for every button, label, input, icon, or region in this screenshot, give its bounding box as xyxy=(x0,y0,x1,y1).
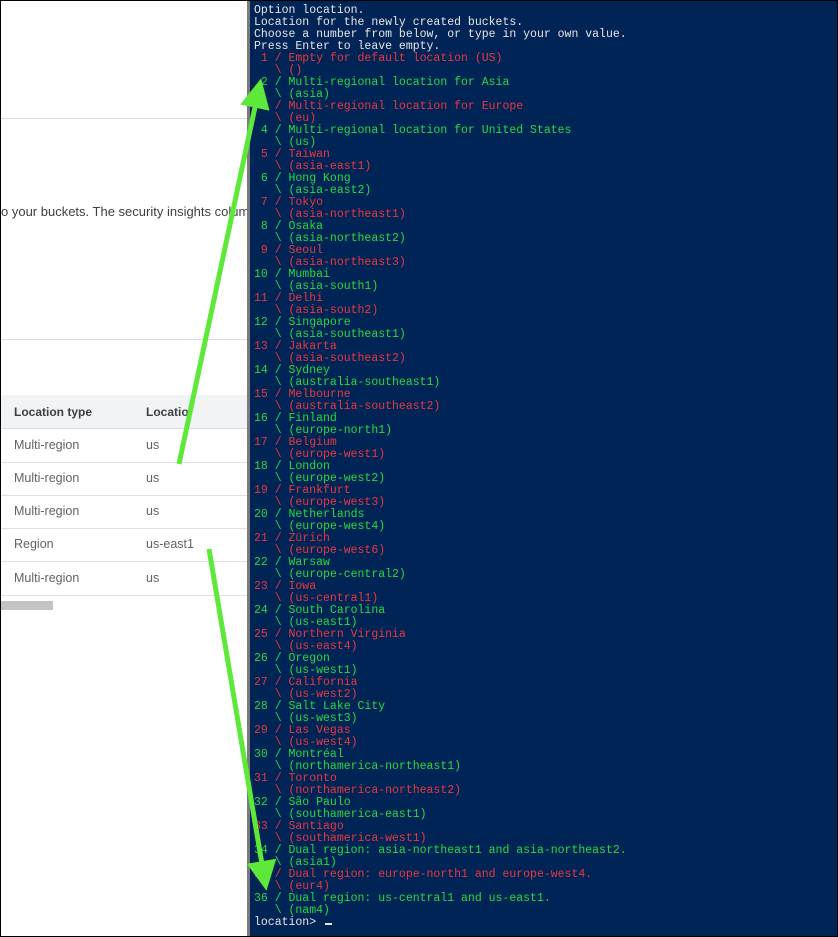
buckets-table-header: Location type Locatio xyxy=(1,395,247,429)
location-cell: us-east1 xyxy=(146,537,194,551)
terminal-window[interactable]: Option location. Location for the newly c… xyxy=(247,1,837,936)
option-name-line: 1 / Empty for default location (US) xyxy=(254,52,503,65)
cloud-console-panel: o your buckets. The security insights co… xyxy=(1,1,247,936)
location-cell: us xyxy=(146,504,160,518)
table-row[interactable]: Multi-region us xyxy=(1,495,247,529)
column-header-location[interactable]: Locatio xyxy=(146,405,189,419)
column-header-location-type[interactable]: Location type xyxy=(14,405,92,419)
location-type-cell: Multi-region xyxy=(14,571,80,585)
location-cell: us xyxy=(146,571,160,585)
horizontal-scrollbar[interactable] xyxy=(1,601,53,610)
cursor-icon xyxy=(325,923,333,925)
table-row[interactable]: Multi-region us xyxy=(1,429,247,463)
location-type-cell: Multi-region xyxy=(14,471,80,485)
location-cell: us xyxy=(146,438,160,452)
divider xyxy=(1,339,247,340)
divider xyxy=(1,118,247,119)
screenshot-frame: o your buckets. The security insights co… xyxy=(0,0,838,937)
location-type-cell: Region xyxy=(14,537,54,551)
table-row[interactable]: Region us-east1 xyxy=(1,528,247,562)
table-row[interactable]: Multi-region us xyxy=(1,562,247,596)
location-cell: us xyxy=(146,471,160,485)
table-row[interactable]: Multi-region us xyxy=(1,462,247,496)
location-type-cell: Multi-region xyxy=(14,504,80,518)
terminal-output: Option location. Location for the newly c… xyxy=(254,5,627,929)
terminal-prompt: location> xyxy=(254,917,627,929)
page-description: o your buckets. The security insights co… xyxy=(1,204,247,219)
location-type-cell: Multi-region xyxy=(14,438,80,452)
